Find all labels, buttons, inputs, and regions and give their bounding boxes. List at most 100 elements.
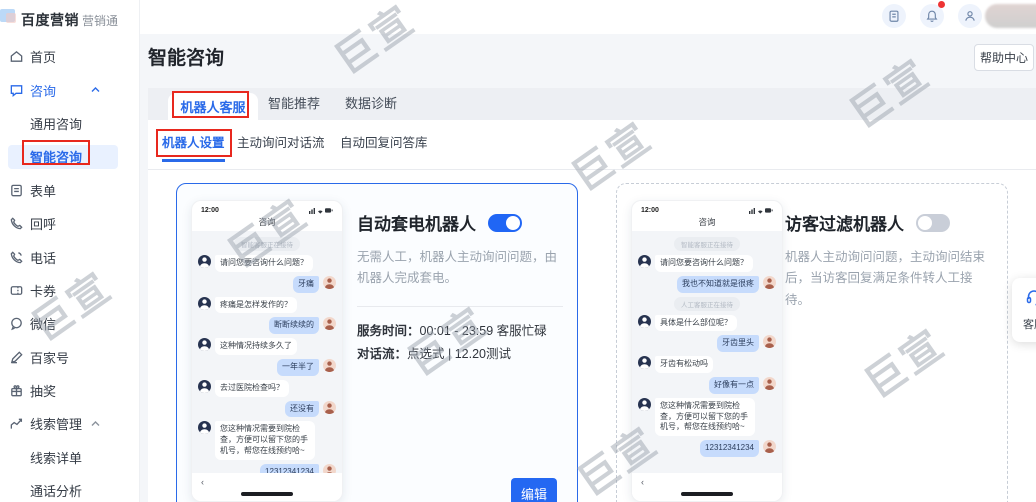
- robot-description: 机器人主动询问问题，主动询问结束后，当访客回复满足条件转人工接待。: [785, 250, 986, 307]
- sidebar-item-smart-consult[interactable]: 智能咨询: [0, 140, 140, 173]
- agent-avatar: [198, 255, 211, 268]
- chat-icon: [9, 83, 24, 98]
- baijiahao-icon: [9, 350, 24, 365]
- chat-message: 一年半了: [198, 358, 336, 376]
- sidebar-item-wechat[interactable]: 微信: [0, 307, 140, 340]
- clipboard-icon[interactable]: [882, 4, 906, 28]
- help-center-button[interactable]: 帮助中心: [974, 44, 1034, 71]
- user-avatar: [763, 335, 776, 349]
- card-visitor-filter-robot: 12:00 咨询 智能客服正在接待 请问您要咨询什么问题？ 我也不知道就是很疼 …: [616, 183, 1008, 502]
- page-title: 智能咨询: [148, 48, 225, 69]
- phone-header-title: 咨询: [698, 217, 716, 227]
- chat-message: 请问您要咨询什么问题？: [638, 255, 776, 272]
- chat-message: 我也不知道就是很疼: [638, 275, 776, 293]
- sidebar-item-lottery[interactable]: 抽奖: [0, 374, 140, 407]
- phone-bottom-bar: ‹: [192, 473, 342, 501]
- chat-message: 牙齿里头: [638, 335, 776, 353]
- chat-message: 12312341234: [198, 463, 336, 473]
- secondary-tabs: 机器人设置 主动询问对话流 自动回复问答库: [148, 120, 1036, 169]
- account-name-redacted[interactable]: [985, 4, 1036, 28]
- chat-message: 请问您要咨询什么问题？: [198, 255, 336, 272]
- wechat-icon: [9, 316, 24, 331]
- divider: [148, 169, 1036, 170]
- agent-avatar: [638, 314, 651, 328]
- subtab-proactive-dialog-flow[interactable]: 主动询问对话流: [237, 132, 325, 159]
- sidebar-item-coupon[interactable]: 卡券: [0, 274, 140, 307]
- sidebar-item-call-analysis[interactable]: 通话分析: [0, 474, 140, 502]
- sidebar-item-form[interactable]: 表单: [0, 174, 140, 207]
- user-avatar: [323, 400, 336, 414]
- brand-name: 百度营销: [21, 12, 79, 28]
- chat-message: 您这种情况需要到院检查，方便可以留下您的手机号，帮您在线预约哈~: [638, 397, 776, 437]
- visitor-filter-toggle[interactable]: [916, 213, 950, 232]
- home-indicator: [241, 492, 293, 496]
- agent-avatar: [638, 356, 651, 370]
- phone-time: 12:00: [201, 206, 219, 214]
- edit-button[interactable]: 编辑: [511, 478, 557, 502]
- sidebar-item-baijiahao[interactable]: 百家号: [0, 341, 140, 374]
- tab-smart-recommend[interactable]: 智能推荐: [268, 88, 320, 120]
- coupon-icon: [9, 283, 24, 298]
- leads-icon: [9, 416, 24, 431]
- home-indicator: [681, 492, 733, 496]
- agent-avatar: [198, 421, 211, 435]
- agent-avatar: [198, 379, 211, 393]
- phone-status-bar: 12:00: [632, 201, 782, 216]
- home-icon: [9, 49, 24, 64]
- app-logo: 百度营销 营销通: [0, 0, 139, 40]
- phone-status-bar: 12:00: [192, 201, 342, 216]
- auto-dial-toggle[interactable]: [488, 213, 522, 232]
- card-auto-dial-robot: 12:00 咨询 智能客服正在接待 请问您要咨询什么问题？ 牙痛 疼痛是怎样发作…: [176, 183, 578, 502]
- divider: [357, 305, 563, 307]
- chat-message: 具体是什么部位呢？: [638, 314, 776, 332]
- user-avatar: [323, 317, 336, 331]
- sidebar-item-general-consult[interactable]: 通用咨询: [0, 107, 140, 140]
- agent-avatar: [198, 338, 211, 352]
- sidebar-item-lead-details[interactable]: 线索详单: [0, 441, 140, 474]
- user-icon[interactable]: [958, 4, 982, 28]
- primary-tabs: 机器人客服 智能推荐 数据诊断: [148, 88, 1036, 120]
- phone-bottom-bar: ‹: [632, 473, 782, 501]
- chat-message: 这种情况持续多久了: [198, 338, 336, 355]
- customer-service-widget[interactable]: 客服: [1012, 278, 1036, 342]
- robot-info: 访客过滤机器人 机器人主动询问问题，主动询问结束后，当访客回复满足条件转人工接待…: [785, 210, 991, 311]
- phone-header-title: 咨询: [258, 217, 276, 227]
- chevron-up-icon: [91, 420, 100, 427]
- robot-title: 访客过滤机器人: [785, 215, 904, 234]
- chat-message: 您这种情况需要到院检查，方便可以留下您的手机号，帮您在线预约哈~: [198, 421, 336, 460]
- tab-robot-service[interactable]: 机器人客服: [168, 93, 258, 120]
- chat-system-pill: 智能客服正在接待: [674, 237, 740, 251]
- user-avatar: [763, 275, 776, 289]
- robot-meta: 服务时间：00:01 - 23:59 客服忙碌 对话流：点选式 | 12.20测…: [357, 323, 547, 361]
- brand-suffix: 营销通: [82, 14, 119, 28]
- callback-icon: [9, 216, 24, 231]
- customer-service-label: 客服: [1023, 319, 1036, 331]
- headset-icon: [1025, 288, 1036, 311]
- sidebar-nav: 首页 咨询 通用咨询 智能咨询 表单 回呼 电话 卡券 微信 百家号 抽奖 线索…: [0, 40, 140, 502]
- robot-info: 自动套电机器人 无需人工，机器人主动询问问题，由机器人完成套电。 服务时间：00…: [357, 210, 563, 366]
- subtab-auto-reply-qa[interactable]: 自动回复问答库: [340, 132, 428, 159]
- robot-title: 自动套电机器人: [357, 215, 476, 234]
- notification-badge: [938, 1, 945, 8]
- user-avatar: [763, 440, 776, 454]
- topbar: [140, 0, 1036, 34]
- sidebar-item-phone[interactable]: 电话: [0, 240, 140, 273]
- sidebar-item-consult[interactable]: 咨询: [0, 73, 140, 106]
- chat-preview: 智能客服正在接待 请问您要咨询什么问题？ 我也不知道就是很疼 人工客服正在接待 …: [632, 231, 782, 473]
- back-chevron-icon: ‹: [201, 477, 204, 487]
- tab-data-diagnosis[interactable]: 数据诊断: [345, 88, 397, 120]
- lottery-icon: [9, 383, 24, 398]
- form-icon: [9, 183, 24, 198]
- sidebar-item-leads[interactable]: 线索管理: [0, 407, 140, 440]
- chat-message: 牙痛: [198, 275, 336, 293]
- sidebar-item-home[interactable]: 首页: [0, 40, 140, 73]
- sidebar-item-callback[interactable]: 回呼: [0, 207, 140, 240]
- chat-message: 疼痛是怎样发作的？: [198, 296, 336, 314]
- subtab-robot-settings[interactable]: 机器人设置: [162, 132, 225, 162]
- user-avatar: [323, 463, 336, 473]
- agent-avatar: [638, 397, 651, 411]
- phone-icon: [9, 250, 24, 265]
- robot-description: 无需人工，机器人主动询问问题，由机器人完成套电。: [357, 250, 558, 286]
- logo-icon: [0, 9, 16, 23]
- user-avatar: [763, 376, 776, 390]
